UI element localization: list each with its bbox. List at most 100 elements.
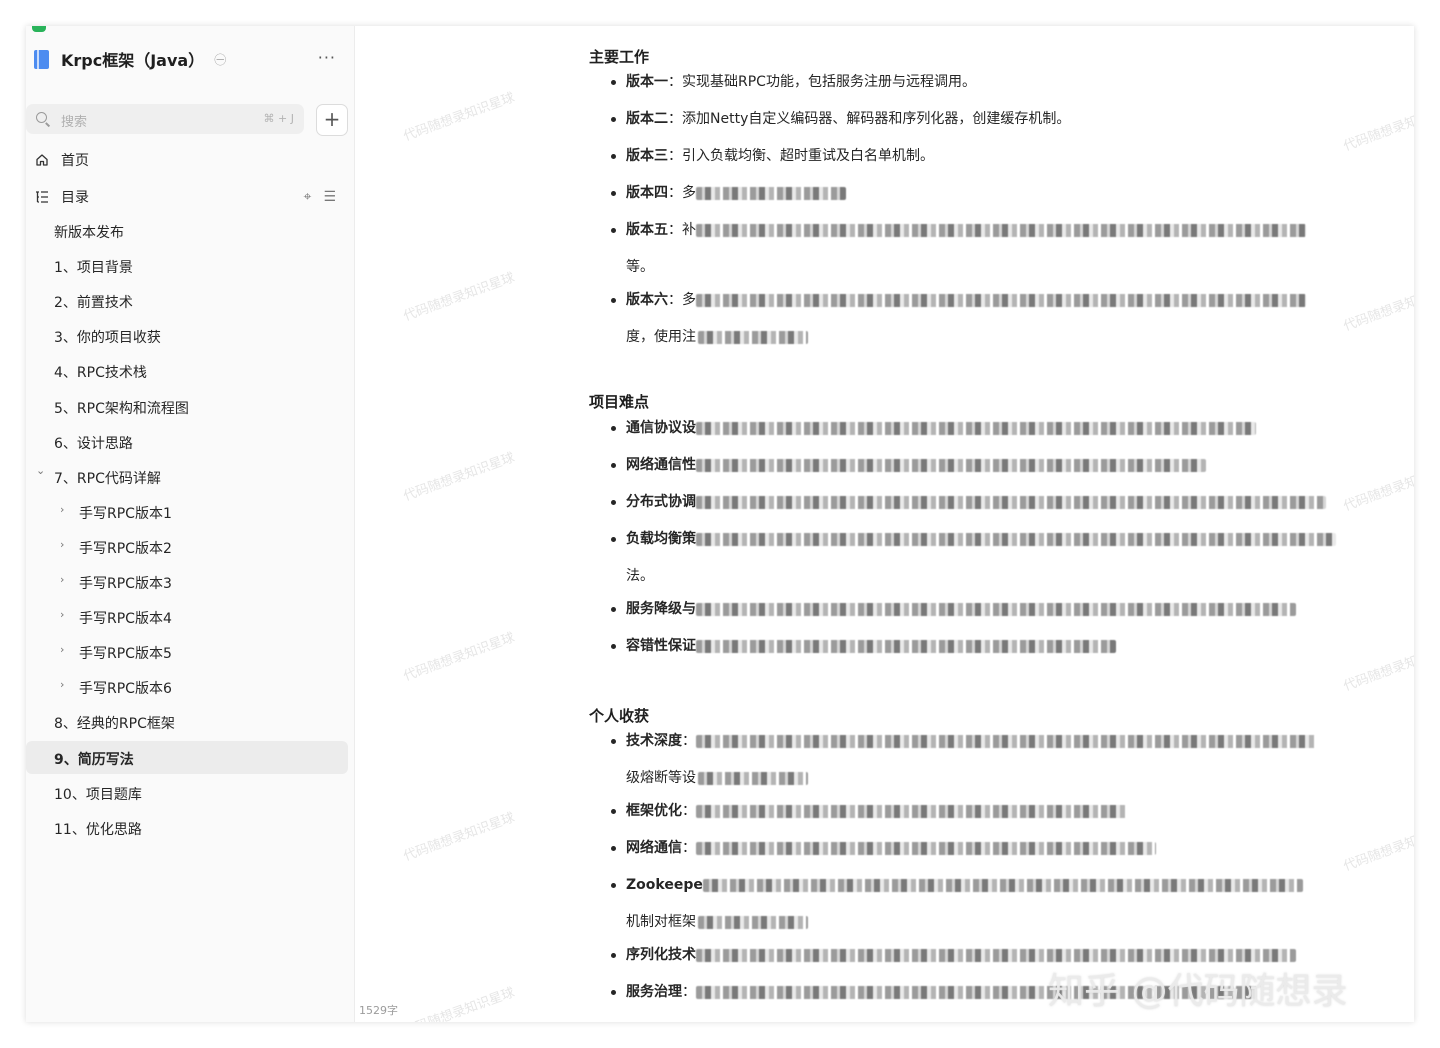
bullet-item: 容错性保证 [611,630,1391,663]
redacted-text [696,948,1296,962]
bullet-item: 服务降级与 [611,593,1391,626]
redacted-text [702,878,1303,892]
toc-item-label: 手写RPC版本6 [79,681,172,698]
toc-item[interactable]: › 手写RPC版本3 [26,565,348,598]
toc-list-icon[interactable]: ☰ [323,189,336,205]
bullet-lead: 版本三 [626,148,668,164]
toc-item-label: 3、你的项目收获 [54,330,161,347]
redacted-text [696,293,1306,307]
bullet-lead: 序列化技术 [626,947,696,963]
locate-icon[interactable]: ⌖ [304,189,312,205]
home-icon [36,154,48,166]
redacted-text [696,186,846,200]
bullet-item: 版本五：补 [611,214,1391,247]
chevron-right-icon[interactable]: › [60,573,64,586]
bullet-text: ：多 [668,185,696,201]
redacted-text [696,602,1296,616]
bullet-text: ：补 [668,222,696,238]
app-icon [32,26,46,32]
toc-item[interactable]: › 手写RPC版本6 [26,670,348,703]
toc-item[interactable]: 2、前置技术 [26,284,348,317]
bullet-item: 版本四：多 [611,177,1391,210]
bullet-item: 框架优化： [611,795,1391,828]
toc-item-label: 手写RPC版本4 [79,611,172,628]
toc-item-label: 新版本发布 [54,225,124,241]
toc-item-label: 7、RPC代码详解 [54,470,161,487]
watermark-text: 代码随想录知识星球 [401,985,517,1022]
toc-item-label: 10、项目题库 [54,786,142,803]
chevron-right-icon[interactable]: › [60,503,64,516]
toc-item[interactable]: 5、RPC架构和流程图 [26,390,348,423]
continuation-text: 级熔断等设 [626,770,696,786]
redacted-text [696,458,1206,472]
toc-item[interactable]: 8、经典的RPC框架 [26,705,348,738]
sidebar-item-home[interactable]: 首页 [26,145,346,175]
bullet-continuation: 法。 [626,565,654,585]
toc-item-label: 手写RPC版本2 [79,540,172,557]
toc-item-active[interactable]: 9、简历写法 [26,740,348,774]
toc-item[interactable]: 6、设计思路 [26,425,348,458]
bullet-lead: 版本六 [626,292,668,308]
more-icon[interactable]: ··· [318,48,336,67]
bullet-lead: 版本五 [626,222,668,238]
chevron-right-icon[interactable]: › [60,608,64,621]
sidebar-item-toc[interactable]: 目录 ⌖ ☰ [26,182,346,212]
redacted-text [698,330,808,344]
info-icon[interactable]: ㊀ [214,51,226,68]
bullet-text: ： [682,733,696,749]
toc-item[interactable]: › 手写RPC版本4 [26,600,348,633]
bullet-lead: 分布式协调 [626,494,696,510]
watermark-text: 代码随想录知识星球 [401,630,517,685]
bullet-item: Zookeepe [611,869,1391,902]
bullet-item: 分布式协调 [611,486,1391,519]
toc-item-label: 8、经典的RPC框架 [54,716,175,733]
search-input[interactable]: 搜索 ⌘ + J [26,104,304,134]
section-title: 主要工作 [589,48,650,66]
toc-item-label: 5、RPC架构和流程图 [54,400,189,417]
toc-item-label: 手写RPC版本1 [79,505,172,522]
bullet-item: 版本六：多 [611,284,1391,317]
bullet-continuation: 机制对框架 [626,911,808,931]
chevron-down-icon[interactable]: ⌄ [36,464,45,477]
chevron-right-icon[interactable]: › [60,538,64,551]
bullet-text: ：添加Netty自定义编码器、解码器和序列化器，创建缓存机制。 [668,111,1071,127]
continuation-text: 法。 [626,568,654,584]
watermark-text: 代码随想录知识星球 [401,270,517,325]
toc-item[interactable]: › 手写RPC版本5 [26,635,348,668]
toc-item[interactable]: 3、你的项目收获 [26,319,348,352]
add-button[interactable]: + [316,104,348,136]
bullet-item: 版本三：引入负载均衡、超时重试及白名单机制。 [611,140,1391,173]
redacted-text [696,421,1256,435]
book-header[interactable]: Krpc框架（Java） ㊀ ··· [34,46,344,72]
toc-item-label: 6、设计思路 [54,435,133,452]
toc-item[interactable]: 新版本发布 [26,214,348,247]
toc-item[interactable]: 1、项目背景 [26,249,348,282]
bullet-item: 版本二：添加Netty自定义编码器、解码器和序列化器，创建缓存机制。 [611,103,1391,136]
bullet-lead: 版本四 [626,185,668,201]
toc-item-label: 4、RPC技术栈 [54,365,147,382]
watermark-text: 代码随想录知识星球 [401,450,517,505]
bullet-lead: Zookeepe [626,877,703,893]
toc-item[interactable]: 4、RPC技术栈 [26,354,348,387]
bullet-lead: 服务降级与 [626,601,696,617]
toc-item[interactable]: › 手写RPC版本1 [26,495,348,528]
toc-item[interactable]: ⌄ 7、RPC代码详解 [26,460,348,493]
app-window: Krpc框架（Java） ㊀ ··· 搜索 ⌘ + J + 首页 目录 ⌖ ☰ [26,26,1414,1022]
toc-icon [36,191,48,203]
toc-item[interactable]: 11、优化思路 [26,811,348,844]
bullet-text: ： [682,984,696,1000]
bullet-text: ： [682,803,696,819]
document-main: 代码随想录知识星球 代码随想录知识星球 代码随想录知识星球 代码随想录知识星球 代码随想… [355,26,1414,1022]
sidebar: Krpc框架（Java） ㊀ ··· 搜索 ⌘ + J + 首页 目录 ⌖ ☰ [26,26,355,1022]
toc-item[interactable]: › 手写RPC版本2 [26,530,348,563]
bullet-item: 负载均衡策 [611,523,1391,556]
home-label: 首页 [61,153,89,169]
redacted-text [696,804,1126,818]
book-icon [34,49,49,69]
toc-item[interactable]: 10、项目题库 [26,776,348,809]
bullet-item: 网络通信性 [611,449,1391,482]
continuation-text: 等。 [626,259,654,275]
chevron-right-icon[interactable]: › [60,643,64,656]
chevron-right-icon[interactable]: › [60,678,64,691]
bullet-lead: 服务治理 [626,984,682,1000]
